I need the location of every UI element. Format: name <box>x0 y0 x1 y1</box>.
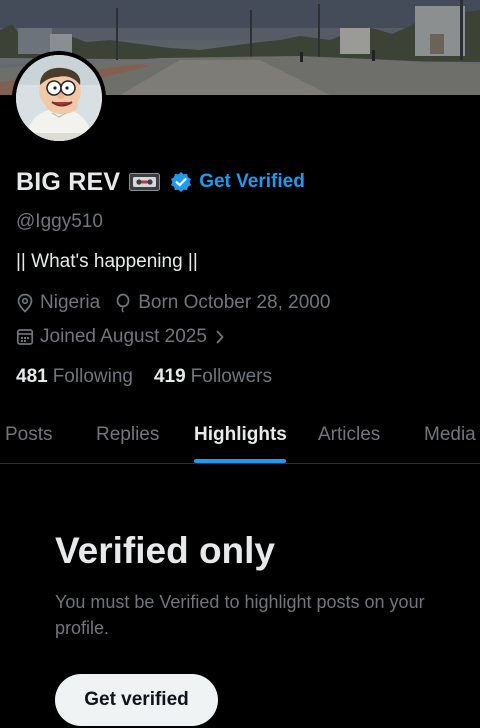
birthday-text: Born October 28, 2000 <box>138 292 331 313</box>
location-text: Nigeria <box>40 292 101 313</box>
followers-label: Followers <box>190 366 272 387</box>
balloon-icon <box>116 293 130 313</box>
profile-joined[interactable]: Joined August 2025 <box>16 326 231 348</box>
videocassette-icon <box>129 173 161 191</box>
profile-display-name: BIG REV <box>16 167 121 196</box>
empty-state-title: Verified only <box>55 530 276 571</box>
profile-meta-row: Nigeria Born October 28, 2000 <box>16 292 330 314</box>
profile-joined-row[interactable]: Joined August 2025 <box>16 326 231 348</box>
following-link[interactable]: 481 Following <box>16 366 133 388</box>
tab-posts[interactable]: Posts <box>5 424 53 446</box>
profile-name-row: BIG REV Get Verified <box>16 166 305 198</box>
tab-media[interactable]: Media <box>424 424 476 446</box>
tab-replies[interactable]: Replies <box>96 424 159 446</box>
profile-handle: @Iggy510 <box>16 211 103 232</box>
profile-bio: || What's happening || <box>16 251 198 272</box>
calendar-icon <box>16 329 34 345</box>
profile-tab-bar: Posts Replies Highlights Articles Media <box>0 408 480 464</box>
active-tab-indicator <box>194 459 286 463</box>
tab-highlights[interactable]: Highlights <box>194 424 287 446</box>
joined-text: Joined August 2025 <box>40 326 207 347</box>
profile-location: Nigeria <box>16 292 100 314</box>
following-count: 481 <box>16 366 48 387</box>
verified-badge-icon <box>170 171 192 193</box>
location-pin-icon <box>17 293 33 313</box>
follow-stats: 481 Following 419 Followers <box>16 366 272 388</box>
empty-state-description: You must be Verified to highlight posts … <box>55 592 425 638</box>
profile-avatar[interactable] <box>12 51 106 145</box>
get-verified-link[interactable]: Get Verified <box>199 171 305 193</box>
get-verified-button[interactable]: Get verified <box>55 674 218 726</box>
followers-count: 419 <box>153 366 186 387</box>
tab-articles[interactable]: Articles <box>318 424 380 446</box>
following-label: Following <box>52 366 133 387</box>
followers-link[interactable]: 419 Followers <box>154 366 272 388</box>
chevron-right-icon <box>216 330 224 344</box>
profile-birthday: Born October 28, 2000 <box>114 292 330 314</box>
